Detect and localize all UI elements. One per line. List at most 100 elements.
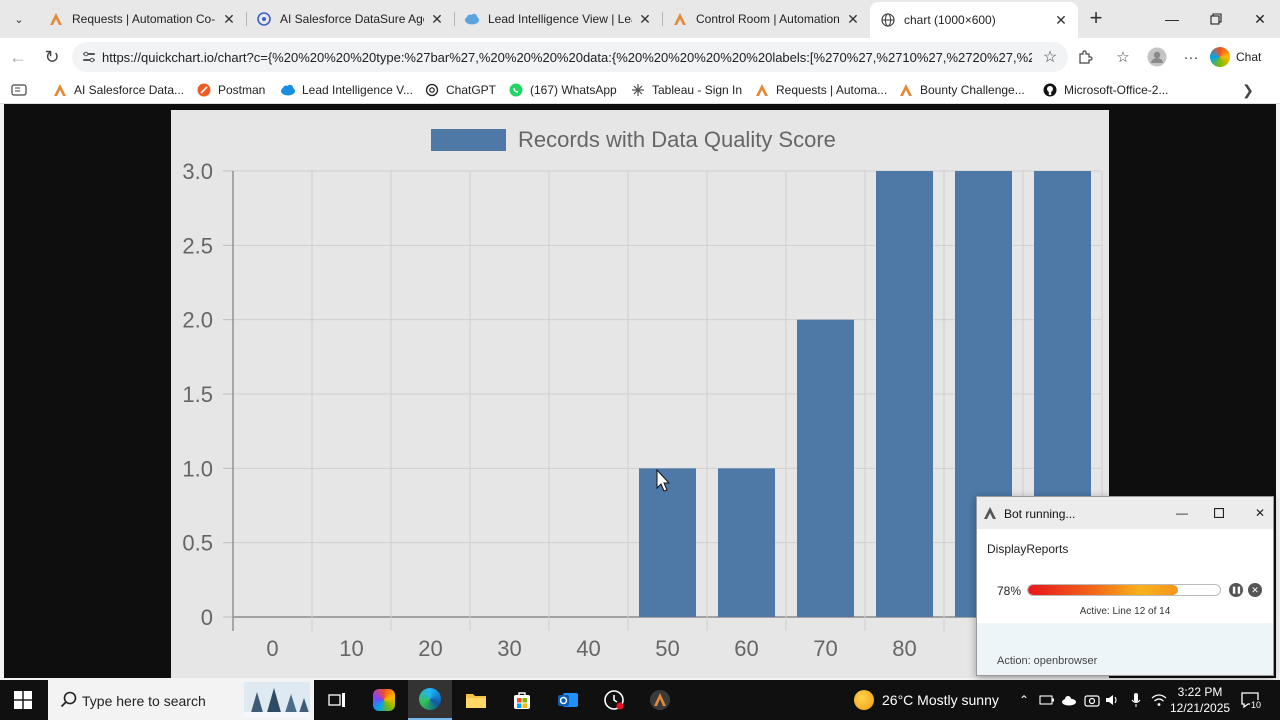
tab-close-icon[interactable]: ✕ <box>1052 11 1070 29</box>
bot-running-window[interactable]: Bot running... — ✕ DisplayReports 78% ❚❚… <box>976 496 1274 676</box>
tray-microphone-icon[interactable] <box>1127 690 1145 710</box>
back-arrow-icon[interactable]: ← <box>4 43 32 71</box>
clock-date: 12/21/2025 <box>1170 701 1231 715</box>
tray-overflow-chevron-icon[interactable]: ⌃ <box>1015 690 1033 710</box>
bar-50 <box>639 468 696 617</box>
tray-wifi-icon[interactable] <box>1150 690 1168 710</box>
tab-list-chevron-icon[interactable]: ⌄ <box>6 6 32 32</box>
x-tick-label: 40 <box>576 636 600 661</box>
y-tick-label: 1.0 <box>182 456 213 481</box>
tab-ai-salesforce-datasure[interactable]: AI Salesforce DataSure Agent | ✕ <box>246 4 454 34</box>
windows-start-icon[interactable] <box>0 680 46 720</box>
tab-lead-intelligence-view[interactable]: Lead Intelligence View | Leads | ✕ <box>454 4 662 34</box>
copilot-chat-button[interactable]: Chat <box>1210 44 1261 70</box>
bookmarks-bar: AI Salesforce Data... Postman Lead Intel… <box>0 76 1280 104</box>
bookmark-ai-salesforce[interactable]: AI Salesforce Data... <box>52 81 184 99</box>
tab-control-room[interactable]: Control Room | Automation An ✕ <box>662 4 870 34</box>
window-close-icon[interactable]: ✕ <box>1238 0 1280 38</box>
automation-anywhere-icon <box>672 11 688 27</box>
tray-battery-plug-icon[interactable] <box>1038 690 1056 710</box>
chat-label: Chat <box>1236 50 1262 64</box>
clock-app-icon[interactable] <box>592 680 636 720</box>
tab-label: Control Room | Automation An <box>696 12 840 26</box>
favorites-list-icon[interactable]: ☆ <box>1111 45 1135 69</box>
bot-window-titlebar[interactable]: Bot running... — ✕ <box>977 497 1273 529</box>
new-tab-plus-icon[interactable]: + <box>1084 7 1108 31</box>
bar-60 <box>718 468 775 617</box>
notifications-icon[interactable]: 10 <box>1238 688 1263 712</box>
bookmarks-more-chevron-icon[interactable]: ❯ <box>1238 80 1258 100</box>
search-icon <box>60 691 77 708</box>
outlook-icon[interactable] <box>546 680 590 720</box>
weather-widget[interactable]: 26°C Mostly sunny <box>854 690 999 710</box>
agent-icon <box>256 11 272 27</box>
reload-icon[interactable]: ↻ <box>38 43 66 71</box>
bot-pause-icon[interactable]: ❚❚ <box>1229 583 1243 597</box>
windows-taskbar: Type here to search 26°C Mostly sunny ⌃ … <box>0 680 1280 720</box>
automation-anywhere-icon <box>52 82 68 98</box>
copilot-taskbar-icon[interactable] <box>362 680 406 720</box>
edge-browser-icon[interactable] <box>408 680 452 720</box>
bot-maximize-icon[interactable] <box>1208 503 1230 523</box>
tray-onedrive-cloud-icon[interactable] <box>1060 690 1078 710</box>
search-placeholder: Type here to search <box>82 693 206 709</box>
automation-anywhere-taskbar-icon[interactable] <box>638 680 682 720</box>
postman-icon <box>196 82 212 98</box>
taskbar-clock[interactable]: 3:22 PM 12/21/2025 <box>1170 684 1230 716</box>
tab-close-icon[interactable]: ✕ <box>220 10 238 28</box>
more-options-icon[interactable]: ··· <box>1179 45 1203 69</box>
chart-image: Records with Data Quality Score 0 0.5 1.0 1.… <box>171 110 1109 678</box>
extensions-puzzle-icon[interactable] <box>1073 45 1097 69</box>
y-tick-label: 0 <box>201 605 213 630</box>
microsoft-store-icon[interactable] <box>500 680 544 720</box>
bookmark-label: Bounty Challenge... <box>920 83 1025 97</box>
bookmark-lead-intelligence[interactable]: Lead Intelligence V... <box>280 81 413 99</box>
bookmark-microsoft-office[interactable]: Microsoft-Office-2... <box>1042 81 1168 99</box>
tab-chart-active[interactable]: chart (1000×600) ✕ <box>870 2 1078 38</box>
y-tick-label: 3.0 <box>182 159 213 184</box>
tab-label: chart (1000×600) <box>904 13 996 27</box>
bookmark-postman[interactable]: Postman <box>196 81 265 99</box>
tray-camera-icon[interactable] <box>1083 690 1101 710</box>
bot-task-name: DisplayReports <box>987 542 1069 556</box>
bookmark-whatsapp[interactable]: (167) WhatsApp <box>508 81 617 99</box>
address-bar[interactable]: https://quickchart.io/chart?c={%20%20%20… <box>72 42 1068 72</box>
site-info-icon[interactable] <box>80 48 98 66</box>
sunny-weather-icon <box>854 690 874 710</box>
bot-minimize-icon[interactable]: — <box>1171 503 1193 523</box>
bot-stop-icon[interactable]: ✕ <box>1248 583 1262 597</box>
url-text[interactable]: https://quickchart.io/chart?c={%20%20%20… <box>102 50 1032 65</box>
github-icon <box>1042 82 1058 98</box>
tableau-icon <box>630 82 646 98</box>
file-explorer-icon[interactable] <box>454 680 498 720</box>
bookmark-requests-automa[interactable]: Requests | Automa... <box>754 81 887 99</box>
profile-avatar-icon[interactable] <box>1145 45 1169 69</box>
bar-70 <box>797 319 854 617</box>
bookmark-chatgpt[interactable]: ChatGPT <box>424 81 496 99</box>
bot-close-icon[interactable]: ✕ <box>1249 503 1271 523</box>
tab-strip: ⌄ Requests | Automation Co-Pilot ✕ AI Sa… <box>0 0 1280 38</box>
sidebar-panel-icon[interactable] <box>10 82 28 98</box>
tab-close-icon[interactable]: ✕ <box>844 10 862 28</box>
bot-window-title: Bot running... <box>1004 507 1076 521</box>
tab-close-icon[interactable]: ✕ <box>428 10 446 28</box>
bookmark-tableau[interactable]: Tableau - Sign In <box>630 81 742 99</box>
tray-volume-icon[interactable] <box>1104 690 1122 710</box>
task-view-icon[interactable] <box>315 680 359 720</box>
favorite-star-icon[interactable]: ☆ <box>1040 47 1060 67</box>
legend-label: Records with Data Quality Score <box>518 127 836 152</box>
copilot-icon <box>1210 47 1230 67</box>
salesforce-cloud-icon <box>464 11 480 27</box>
taskbar-search-box[interactable]: Type here to search <box>48 680 314 720</box>
bot-footer: Action: openbrowser <box>977 623 1273 675</box>
tab-close-icon[interactable]: ✕ <box>636 10 654 28</box>
automation-anywhere-icon <box>754 82 770 98</box>
tab-requests-automation-copilot[interactable]: Requests | Automation Co-Pilot ✕ <box>38 4 246 34</box>
window-minimize-icon[interactable]: — <box>1150 0 1194 38</box>
bot-active-line: Active: Line 12 of 14 <box>1079 606 1171 617</box>
window-restore-icon[interactable] <box>1194 0 1238 38</box>
bookmark-bounty-challenge[interactable]: Bounty Challenge... <box>898 81 1025 99</box>
tab-label: Lead Intelligence View | Leads | <box>488 12 632 26</box>
automation-anywhere-icon <box>48 11 64 27</box>
globe-icon <box>880 12 896 28</box>
